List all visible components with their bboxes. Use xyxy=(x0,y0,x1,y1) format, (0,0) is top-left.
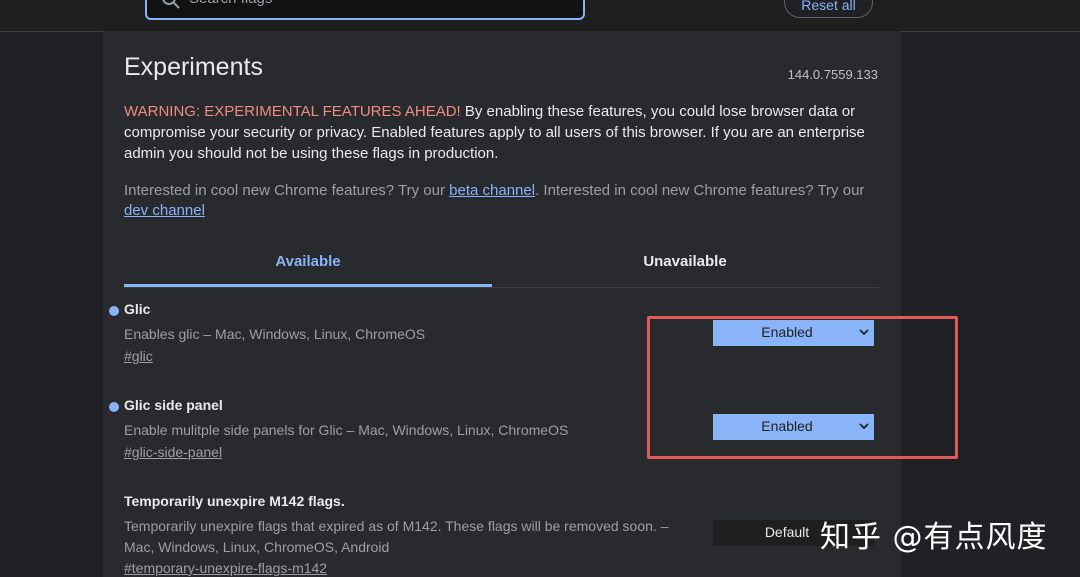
interest-text-2: . Interested in cool new Chrome features… xyxy=(535,182,865,199)
beta-channel-link[interactable]: beta channel xyxy=(449,182,535,199)
search-input[interactable] xyxy=(187,0,571,10)
flag-permalink[interactable]: #glic-side-panel xyxy=(124,444,222,460)
dev-channel-link[interactable]: dev channel xyxy=(124,202,205,219)
modified-indicator-dot xyxy=(109,402,119,412)
flag-item-unexpire-m142: Temporarily unexpire M142 flags. Tempora… xyxy=(124,493,884,577)
interest-text-1: Interested in cool new Chrome features? … xyxy=(124,182,450,199)
search-icon xyxy=(162,0,180,9)
modified-indicator-dot xyxy=(109,306,119,316)
flag-name: Temporarily unexpire M142 flags. xyxy=(124,493,345,509)
watermark: 知乎 @有点风度 xyxy=(820,520,1048,555)
warning-heading: WARNING: EXPERIMENTAL FEATURES AHEAD! xyxy=(124,103,461,120)
annotation-highlight-box xyxy=(647,316,958,459)
flag-description: Enables glic – Mac, Windows, Linux, Chro… xyxy=(124,326,426,342)
experiments-panel: Experiments 144.0.7559.133 WARNING: EXPE… xyxy=(103,31,901,577)
top-bar: Reset all xyxy=(0,0,1080,32)
flag-name: Glic side panel xyxy=(124,397,223,413)
warning-message: WARNING: EXPERIMENTAL FEATURES AHEAD! By… xyxy=(124,101,874,164)
flag-permalink[interactable]: #glic xyxy=(124,348,153,364)
flag-name: Glic xyxy=(124,301,151,317)
channel-message: Interested in cool new Chrome features? … xyxy=(124,181,874,221)
flag-description: Enable mulitple side panels for Glic – M… xyxy=(124,422,569,438)
tab-bar: Available Unavailable xyxy=(124,244,879,288)
flag-permalink[interactable]: #temporary-unexpire-flags-m142 xyxy=(124,560,327,576)
tab-unavailable[interactable]: Unavailable xyxy=(496,244,874,284)
reset-all-button[interactable]: Reset all xyxy=(784,0,873,18)
search-box[interactable] xyxy=(145,0,585,20)
flag-description: Temporarily unexpire flags that expired … xyxy=(124,518,669,555)
page-title: Experiments xyxy=(124,53,263,81)
tab-available[interactable]: Available xyxy=(124,244,492,287)
version-label: 144.0.7559.133 xyxy=(787,67,878,82)
